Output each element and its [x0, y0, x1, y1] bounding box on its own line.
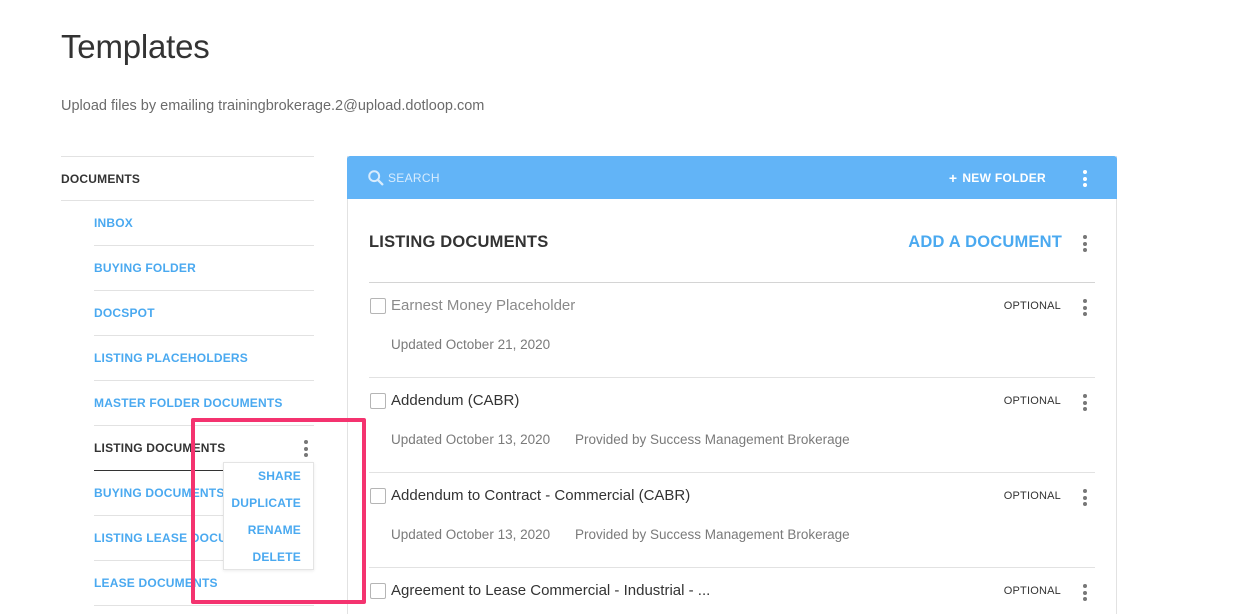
document-checkbox[interactable] [370, 488, 386, 504]
sidebar-item-docspot[interactable]: DOCSPOT [94, 291, 314, 336]
document-more-options-icon[interactable] [1083, 584, 1087, 601]
document-row[interactable]: Addendum (CABR) OPTIONAL Updated October… [369, 378, 1095, 473]
document-name[interactable]: Earnest Money Placeholder [391, 297, 575, 314]
document-provider: Provided by Success Management Brokerage [575, 527, 850, 542]
document-provider: Provided by Success Management Brokerage [575, 432, 850, 447]
folder-more-options-icon[interactable] [304, 440, 308, 457]
document-updated-date: Updated October 13, 2020 [391, 527, 551, 542]
document-row[interactable]: Agreement to Lease Commercial - Industri… [369, 568, 1095, 614]
sidebar-item-inbox[interactable]: INBOX [94, 201, 314, 246]
document-checkbox[interactable] [370, 393, 386, 409]
document-checkbox[interactable] [370, 298, 386, 314]
new-folder-button[interactable]: + NEW FOLDER [949, 156, 1046, 199]
plus-icon: + [948, 169, 958, 186]
sidebar-item-buying-folder[interactable]: BUYING FOLDER [94, 246, 314, 291]
menu-item-rename[interactable]: RENAME [224, 516, 313, 543]
sidebar-item-listing-placeholders[interactable]: LISTING PLACEHOLDERS [94, 336, 314, 381]
document-checkbox[interactable] [370, 583, 386, 599]
search-placeholder: SEARCH [388, 170, 440, 185]
new-folder-label: NEW FOLDER [962, 170, 1046, 185]
folder-title: LISTING DOCUMENTS [369, 233, 549, 251]
page-title: Templates [61, 28, 210, 65]
document-updated-date: Updated October 13, 2020 [391, 432, 551, 447]
menu-item-duplicate[interactable]: DUPLICATE [224, 489, 313, 516]
optional-badge: OPTIONAL [1003, 395, 1061, 407]
panel-toolbar: SEARCH + NEW FOLDER [347, 156, 1117, 199]
document-row[interactable]: Addendum to Contract - Commercial (CABR)… [369, 473, 1095, 568]
document-name[interactable]: Addendum to Contract - Commercial (CABR) [391, 487, 690, 504]
document-name[interactable]: Agreement to Lease Commercial - Industri… [391, 582, 710, 599]
upload-instructions: Upload files by emailing trainingbrokera… [61, 98, 485, 114]
optional-badge: OPTIONAL [1003, 490, 1061, 502]
document-row[interactable]: Earnest Money Placeholder OPTIONAL Updat… [369, 283, 1095, 378]
document-updated-date: Updated October 21, 2020 [391, 337, 551, 352]
add-document-button[interactable]: ADD A DOCUMENT [908, 233, 1062, 252]
sidebar-item-master-folder-documents[interactable]: MASTER FOLDER DOCUMENTS [94, 381, 314, 426]
search-input[interactable]: SEARCH [367, 169, 440, 187]
toolbar-more-options-icon[interactable] [1083, 170, 1087, 187]
menu-item-delete[interactable]: DELETE [224, 543, 313, 570]
document-more-options-icon[interactable] [1083, 394, 1087, 411]
folder-header: LISTING DOCUMENTS ADD A DOCUMENT [369, 219, 1095, 283]
sidebar-item-label: LISTING DOCUMENTS [94, 441, 226, 455]
menu-item-share[interactable]: SHARE [224, 462, 313, 489]
document-more-options-icon[interactable] [1083, 299, 1087, 316]
optional-badge: OPTIONAL [1003, 300, 1061, 312]
search-icon [368, 169, 384, 185]
folder-header-more-options-icon[interactable] [1083, 235, 1087, 252]
optional-badge: OPTIONAL [1003, 585, 1061, 597]
document-more-options-icon[interactable] [1083, 489, 1087, 506]
sidebar-header-documents[interactable]: DOCUMENTS [61, 157, 314, 201]
folder-context-menu: SHARE DUPLICATE RENAME DELETE [223, 462, 314, 570]
document-name[interactable]: Addendum (CABR) [391, 392, 519, 409]
